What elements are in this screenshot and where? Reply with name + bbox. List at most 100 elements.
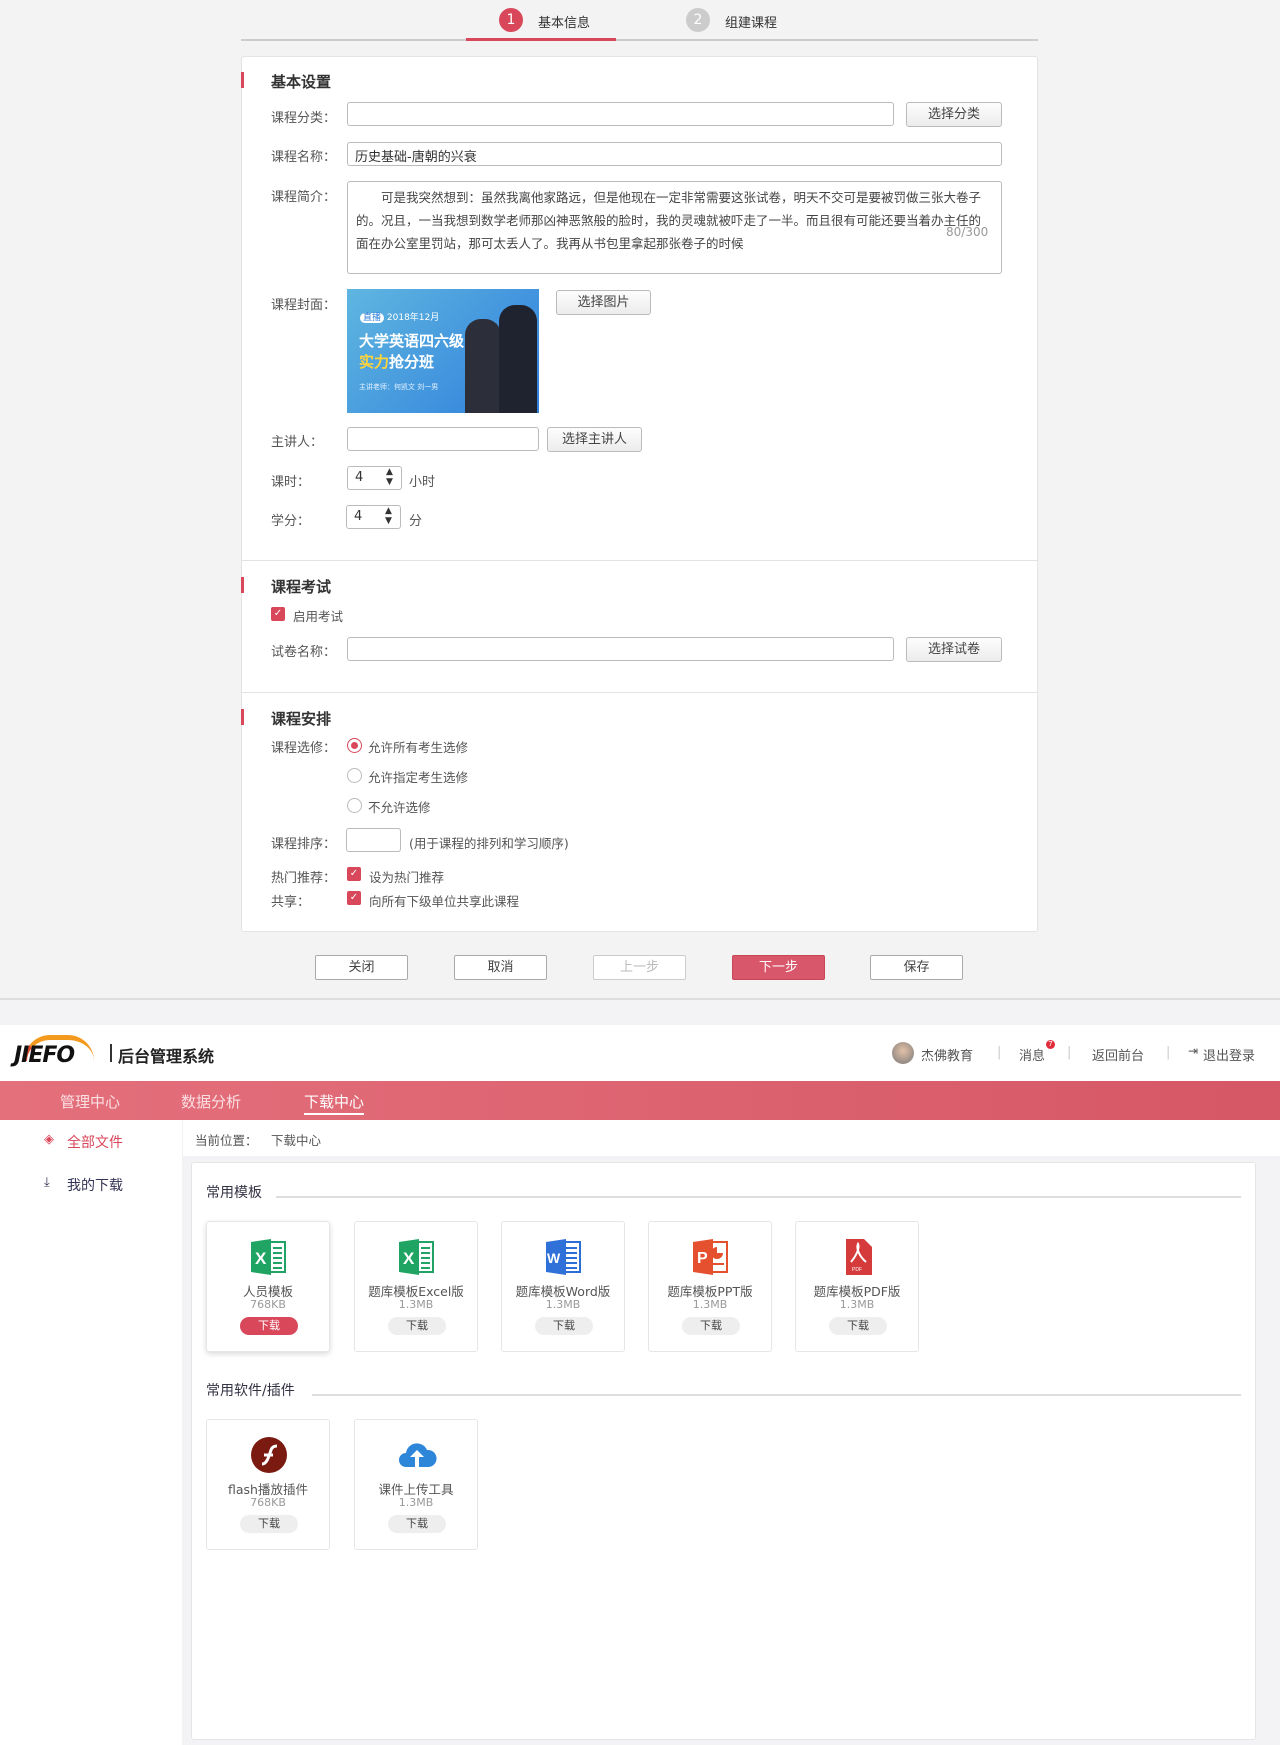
select-category-button[interactable]: 选择分类 [906,102,1002,127]
lecturer-input[interactable] [347,427,539,451]
close-button[interactable]: 关闭 [315,955,408,980]
save-button[interactable]: 保存 [870,955,963,980]
steps-line [241,39,1038,41]
intro-textarea[interactable]: 可是我突然想到：虽然我离他家路远，但是他现在一定非常需要这张试卷，明天不交可是要… [347,181,1002,274]
paper-input[interactable] [347,637,894,661]
cover-badge: 直播 [360,313,385,323]
system-title: 后台管理系统 [118,1047,215,1066]
logout-link[interactable]: 退出登录 [1203,1045,1255,1064]
layers-icon: ◈ [44,1132,54,1147]
cover-image: 直播 2018年12月 大学英语四六级 实力抢分班 主讲老师：何凯文 刘一男 [347,289,539,413]
radio-disallow[interactable] [347,798,362,813]
file-size: 1.3MB [398,1496,434,1509]
message-count-badge: 7 [1046,1040,1055,1049]
hours-stepper[interactable]: 4 [347,466,402,490]
order-label: 课程排序： [271,837,337,852]
divider [241,560,1038,561]
word-icon: W [544,1238,584,1276]
select-paper-button[interactable]: 选择试卷 [906,637,1002,662]
section-marker [241,577,244,593]
file-size: 1.3MB [692,1298,728,1311]
logout-icon[interactable]: ⇥ [1188,1044,1198,1058]
lecturer-label: 主讲人： [271,435,324,450]
page-separator [0,998,1280,1000]
radio-allow-specified[interactable] [347,768,362,783]
step-2-label[interactable]: 组建课程 [725,12,777,31]
spinner-arrows-icon[interactable]: ▲ ▼ [386,467,393,487]
download-button[interactable]: 下载 [535,1317,593,1335]
section-title-software: 常用软件/插件 [206,1383,295,1399]
download-button[interactable]: 下载 [240,1515,298,1533]
intro-label: 课程简介： [271,190,337,205]
course-name-input[interactable]: 历史基础-唐朝的兴衰 [347,142,1002,166]
file-size: 1.3MB [839,1298,875,1311]
radio-allow-all[interactable] [347,738,362,753]
step-2-number: 2 [686,8,710,32]
teacher-figure [499,305,537,413]
svg-text:PDF: PDF [852,1267,862,1273]
credit-stepper[interactable]: 4 [346,505,401,529]
svg-text:P: P [697,1250,708,1267]
step-1-label[interactable]: 基本信息 [538,12,590,31]
nav-download-center[interactable]: 下载中心 [304,1091,365,1115]
spinner-arrows-icon[interactable]: ▲ ▼ [385,506,392,526]
download-button[interactable]: 下载 [240,1317,298,1335]
user-name[interactable]: 杰佛教育 [921,1045,973,1064]
hours-label: 课时： [271,475,311,490]
file-card: X 人员模板 768KB 下载 [206,1221,330,1352]
elective-label: 课程选修： [271,741,337,756]
next-step-button[interactable]: 下一步 [732,955,825,980]
nav-data-analysis[interactable]: 数据分析 [181,1091,241,1112]
excel-icon: X [397,1238,437,1276]
messages-link[interactable]: 消息 [1019,1045,1045,1064]
sidebar-item-my-downloads[interactable]: 我的下载 [67,1175,123,1195]
sidebar-item-all-files[interactable]: 全部文件 [67,1132,123,1152]
cancel-button[interactable]: 取消 [454,955,547,980]
teacher-figure [465,319,501,413]
cover-title: 大学英语四六级 [359,332,465,350]
download-button[interactable]: 下载 [682,1317,740,1335]
svg-text:X: X [403,1249,415,1268]
radio-allow-all-label: 允许所有考生选修 [368,740,469,755]
download-icon: ⤓ [44,1175,50,1190]
hot-checkbox[interactable]: ✓ [347,867,361,881]
file-card: X 题库模板Excel版 1.3MB 下载 [354,1221,478,1352]
prev-step-button[interactable]: 上一步 [593,955,686,980]
share-checkbox-label: 向所有下级单位共享此课程 [369,894,520,909]
download-button[interactable]: 下载 [388,1515,446,1533]
svg-text:W: W [547,1250,561,1266]
section-rule [312,1394,1241,1396]
active-step-indicator [466,38,616,41]
jiefo-logo[interactable]: JIEFO [14,1035,104,1068]
logo-text: JIEFO [14,1043,75,1068]
hot-checkbox-label: 设为热门推荐 [369,870,445,885]
credit-unit: 分 [409,514,423,529]
flash-icon [249,1436,289,1474]
download-button[interactable]: 下载 [388,1317,446,1335]
download-button[interactable]: 下载 [829,1317,887,1335]
enable-exam-checkbox[interactable]: ✓ [271,607,285,621]
cover-title-rest: 抢分班 [389,353,435,371]
back-to-front-link[interactable]: 返回前台 [1092,1045,1144,1064]
select-image-button[interactable]: 选择图片 [556,290,651,315]
category-label: 课程分类： [271,111,337,126]
enable-exam-label: 启用考试 [293,609,344,624]
section-marker [241,72,244,88]
nav-management-center[interactable]: 管理中心 [60,1091,120,1112]
section-marker [241,709,244,725]
category-input[interactable] [347,102,894,126]
order-input[interactable] [346,828,401,852]
file-card: PDF 题库模板PDF版 1.3MB 下载 [795,1221,919,1352]
ppt-icon: P [691,1238,731,1276]
section-title-templates: 常用模板 [206,1185,262,1201]
file-card: 课件上传工具 1.3MB 下载 [354,1419,478,1550]
select-lecturer-button[interactable]: 选择主讲人 [547,427,642,452]
section-title-exam: 课程考试 [271,578,332,596]
share-checkbox[interactable]: ✓ [347,891,361,905]
course-name-label: 课程名称： [271,150,337,165]
user-avatar[interactable] [892,1042,914,1064]
section-title-basic: 基本设置 [271,73,332,91]
file-card: P 题库模板PPT版 1.3MB 下载 [648,1221,772,1352]
file-size: 1.3MB [398,1298,434,1311]
svg-text:X: X [255,1249,267,1268]
